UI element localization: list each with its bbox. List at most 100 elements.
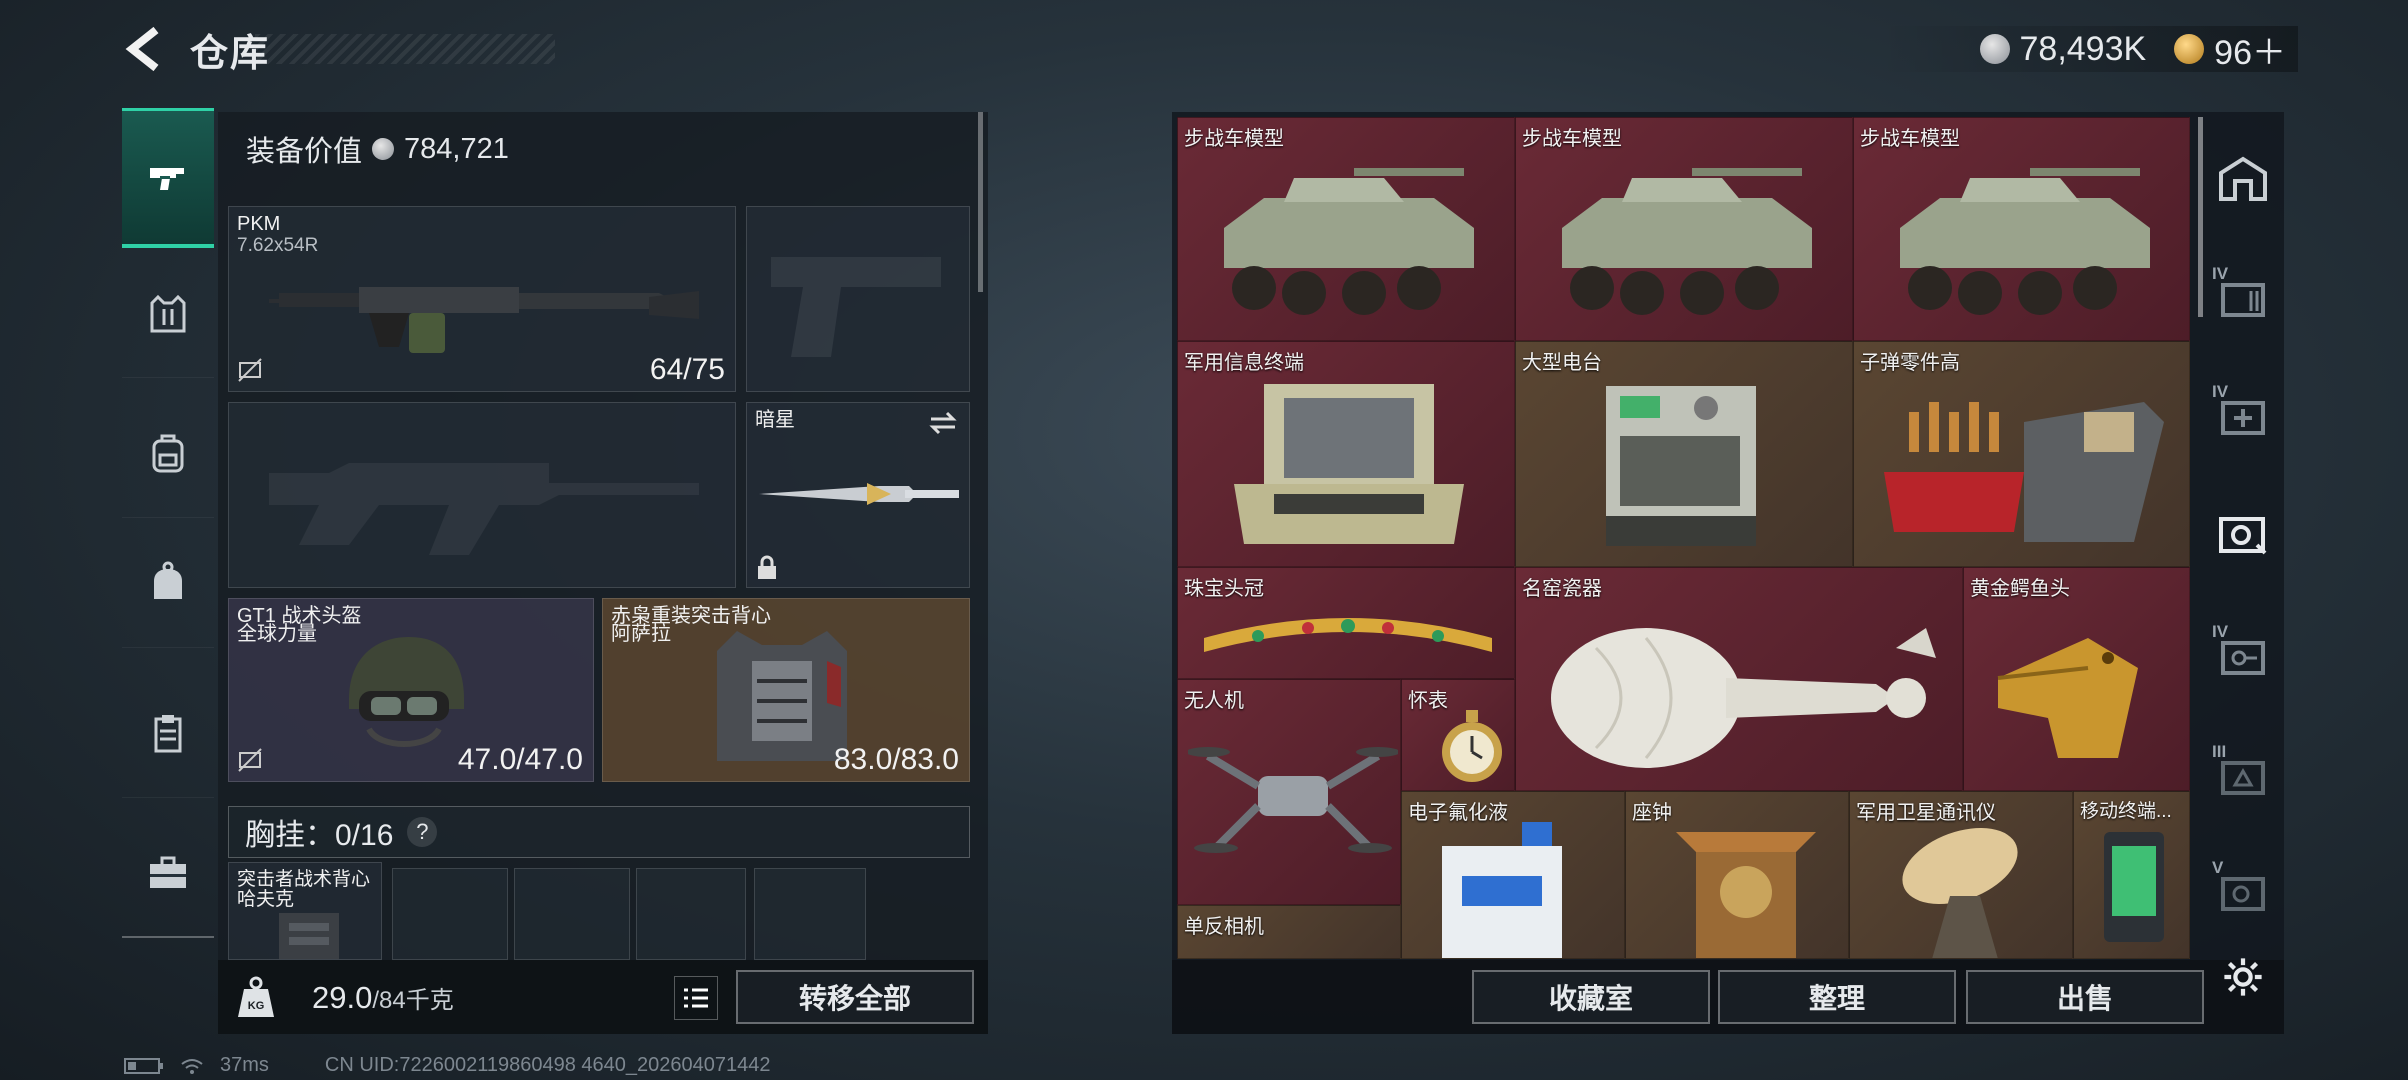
bag-icon: [154, 561, 182, 599]
storage-item[interactable]: 步战车模型: [1177, 117, 1515, 341]
military-terminal-image: [1234, 384, 1464, 544]
clipboard-icon: [154, 714, 182, 752]
sell-button[interactable]: 出售: [1966, 970, 2204, 1024]
category-sidebar: [122, 108, 214, 1008]
container-tab-5[interactable]: V: [2212, 858, 2272, 920]
no-insure-icon: [238, 358, 262, 382]
storage-item[interactable]: 大型电台: [1515, 341, 1853, 567]
item-label: 珠宝头冠: [1184, 578, 1264, 600]
tier-label: IV: [2212, 622, 2229, 641]
container-tab-1[interactable]: IV: [2212, 264, 2272, 326]
swap-icon[interactable]: [927, 409, 959, 437]
storage-item[interactable]: 座钟: [1625, 791, 1849, 959]
armor-slot[interactable]: 赤枭重装突击背心 阿萨拉 83.0/83.0: [602, 598, 970, 782]
item-label: 子弹零件高: [1860, 352, 1960, 374]
back-arrow-icon[interactable]: [122, 24, 166, 74]
rig-cell[interactable]: [392, 868, 508, 960]
list-view-button[interactable]: [674, 976, 718, 1020]
satellite-comm-image: [1902, 828, 2018, 958]
container-tab-active[interactable]: [2214, 506, 2272, 564]
sidebar-item-bag[interactable]: [122, 518, 214, 648]
armor-durability: 83.0/83.0: [833, 743, 959, 776]
storage-item[interactable]: 步战车模型: [1853, 117, 2190, 341]
storage-item[interactable]: 单反相机: [1177, 905, 1401, 959]
rig-cell[interactable]: [754, 868, 866, 960]
storage-item[interactable]: 名窑瓷器: [1515, 567, 1963, 791]
storage-item[interactable]: 怀表: [1401, 679, 1515, 791]
sidebar-item-toolbox[interactable]: [122, 808, 214, 938]
tier-label: V: [2212, 858, 2224, 877]
weight-max: /84千克: [372, 987, 454, 1014]
settings-button[interactable]: [2214, 948, 2272, 1006]
case-icon: [2221, 877, 2265, 911]
chest-rig-label: 胸挂：0/16: [245, 819, 394, 852]
fluorinated-liquid-image: [1442, 822, 1562, 958]
item-label: 步战车模型: [1184, 128, 1284, 150]
sidebar-item-backpack[interactable]: [122, 388, 214, 518]
gold-amount[interactable]: 96＋: [2214, 25, 2286, 74]
rig-item-name: 突击者战术背心: [237, 869, 371, 890]
golden-crocodile-head-image: [1997, 638, 2138, 758]
currency-bar: 78,493K 96＋: [1878, 26, 2298, 72]
container-tab-3[interactable]: IV: [2212, 622, 2272, 684]
chest-rig-header: 胸挂：0/16 ?: [228, 806, 970, 858]
helmet-image: [349, 637, 464, 747]
container-tab-2[interactable]: IV: [2212, 382, 2272, 444]
container-tab-4[interactable]: III: [2212, 742, 2272, 804]
weight-icon: KG: [238, 976, 274, 1017]
loadout-scrollbar[interactable]: [978, 112, 983, 292]
rig-item-slot[interactable]: 突击者战术背心 哈夫克: [228, 862, 382, 960]
gold-coin-icon: [2174, 34, 2205, 64]
storage-item[interactable]: 珠宝头冠: [1177, 567, 1515, 679]
warehouse-tab[interactable]: [2214, 150, 2272, 208]
item-label: 移动终端...: [2080, 801, 2172, 822]
sidebar-item-weapons[interactable]: [122, 108, 214, 248]
rig-cell[interactable]: [636, 868, 746, 960]
sort-button[interactable]: 整理: [1718, 970, 1956, 1024]
silver-coin-icon: [372, 138, 395, 160]
dagger-image: [759, 483, 959, 505]
storage-item[interactable]: 黄金鳄鱼头: [1963, 567, 2190, 791]
storage-item[interactable]: 无人机: [1177, 679, 1401, 905]
storage-scrollbar[interactable]: [2198, 117, 2203, 317]
melee-slot[interactable]: 暗星: [746, 402, 970, 588]
storage-item[interactable]: 电子氟化液: [1401, 791, 1625, 959]
armor-sub: 阿萨拉: [611, 623, 671, 645]
backpack-icon: [152, 434, 184, 472]
secondary-weapon-slot[interactable]: [228, 402, 736, 588]
wifi-icon: [181, 1058, 203, 1074]
item-label: 单反相机: [1184, 916, 1264, 938]
helmet-durability: 47.0/47.0: [457, 743, 583, 776]
status-bar: 37ms CN UID:7226002119860498 4640_202604…: [124, 1054, 770, 1077]
collection-room-button[interactable]: 收藏室: [1472, 970, 1710, 1024]
item-label: 怀表: [1408, 690, 1448, 712]
battery-icon: [124, 1057, 163, 1074]
storage-item[interactable]: 军用卫星通讯仪: [1849, 791, 2073, 959]
sidebar-item-case[interactable]: [122, 668, 214, 798]
title-decoration: [255, 34, 555, 64]
item-label: 大型电台: [1522, 352, 1602, 374]
item-label: 军用信息终端: [1184, 352, 1304, 374]
toolbox-icon: [150, 856, 186, 888]
transfer-all-button[interactable]: 转移全部: [736, 970, 974, 1024]
warehouse-icon: [2219, 156, 2267, 201]
drone-image: [1188, 747, 1398, 853]
rig-cell[interactable]: [514, 868, 630, 960]
primary-weapon-caliber: 7.62x54R: [237, 235, 319, 256]
ping-text: 37ms: [220, 1054, 269, 1076]
ifv-model-image: [1562, 168, 1812, 315]
storage-item[interactable]: 子弹零件高: [1853, 341, 2190, 567]
storage-item[interactable]: 移动终端...: [2073, 791, 2190, 959]
tier-label: IV: [2212, 264, 2229, 283]
helmet-slot[interactable]: GT1 战术头盔 全球力量 47.0/47.0: [228, 598, 594, 782]
sidebar-item-vest[interactable]: [122, 248, 214, 378]
ammo-parts-image: [1884, 402, 2164, 542]
uid-text: CN UID:7226002119860498 4640_20260407144…: [324, 1054, 771, 1076]
primary-weapon-slot[interactable]: PKM 7.62x54R 64/75: [228, 206, 736, 392]
pistol-slot[interactable]: [746, 206, 970, 392]
storage-item[interactable]: 军用信息终端: [1177, 341, 1515, 567]
help-icon[interactable]: ?: [407, 817, 438, 847]
storage-item[interactable]: 步战车模型: [1515, 117, 1853, 341]
mobile-terminal-image: [2104, 832, 2164, 942]
primary-weapon-name: PKM: [237, 213, 281, 235]
